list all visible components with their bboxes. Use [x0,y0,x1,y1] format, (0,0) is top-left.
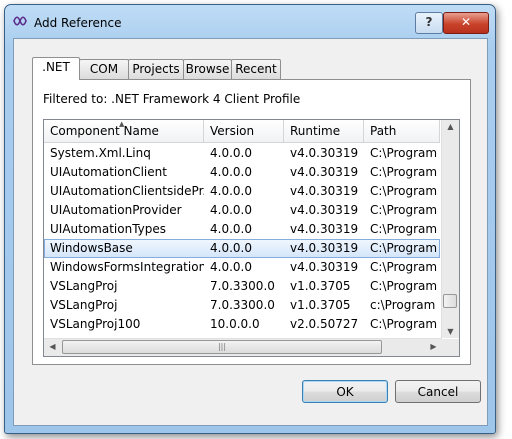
runtime-cell: v4.0.30319 [290,241,359,255]
path-cell: C:\Program [370,222,438,236]
scroll-up-arrow-icon[interactable]: ▲ [442,122,459,131]
list-row[interactable]: System.Xml.Linq 4.0.0.0 v4.0.30319 C:\Pr… [44,144,440,163]
component-name-cell: VSLangProj [50,298,118,312]
close-button[interactable]: ✕ [443,12,489,34]
title-bar[interactable]: Add Reference ? ✕ [5,5,495,37]
version-cell: 4.0.0.0 [210,146,252,160]
horizontal-scrollbar[interactable]: ◀ ||| ▶ [44,338,442,356]
dotnet-tab-panel: Filtered to: .NET Framework 4 Client Pro… [32,79,471,365]
window-title: Add Reference [34,16,122,30]
path-cell: C:\Program [370,165,438,179]
list-row[interactable]: VSLangProj 7.0.3300.0 v1.0.3705 C:\Progr… [44,277,440,296]
path-cell: C:\Program [370,146,438,160]
list-row[interactable]: VSLangProj 7.0.3300.0 v1.0.3705 c:\Progr… [44,296,440,315]
path-cell: c:\Program F [370,298,440,312]
runtime-cell: v4.0.30319 [290,260,359,274]
list-row[interactable]: UIAutomationClient 4.0.0.0 v4.0.30319 C:… [44,163,440,182]
list-row-selected[interactable]: WindowsBase 4.0.0.0 v4.0.30319 C:\Progra… [44,239,440,258]
component-name-cell: System.Xml.Linq [50,146,151,160]
tab-com[interactable]: COM [79,59,129,79]
tab-recent[interactable]: Recent [231,59,281,79]
path-cell: C:\Program [370,317,438,331]
component-name-cell: UIAutomationProvider [50,203,182,217]
component-name-cell: UIAutomationClient [50,165,167,179]
add-reference-dialog: Add Reference ? ✕ .NET COM Projects Brow… [4,4,496,434]
tab-projects[interactable]: Projects [128,59,184,79]
list-row[interactable]: UIAutomationProvider 4.0.0.0 v4.0.30319 … [44,201,440,220]
column-header-runtime[interactable]: Runtime [284,120,364,143]
list-row[interactable]: WindowsFormsIntegration 4.0.0.0 v4.0.303… [44,258,440,277]
vertical-scrollbar[interactable]: ▲ ▼ [441,120,459,338]
version-cell: 4.0.0.0 [210,165,252,179]
list-row[interactable]: UIAutomationTypes 4.0.0.0 v4.0.30319 C:\… [44,220,440,239]
horizontal-scroll-thumb[interactable]: ||| [62,340,382,354]
help-button[interactable]: ? [415,12,443,34]
scroll-down-arrow-icon[interactable]: ▼ [442,327,459,336]
sort-ascending-icon: ▲ [119,120,125,128]
path-cell: C:\Program [370,260,438,274]
path-cell: C:\Program [370,241,438,255]
version-cell: 7.0.3300.0 [210,279,275,293]
cancel-button[interactable]: Cancel [395,380,481,403]
runtime-cell: v1.0.3705 [290,298,351,312]
scroll-left-arrow-icon[interactable]: ◀ [44,342,61,351]
runtime-cell: v4.0.30319 [290,146,359,160]
component-list[interactable]: ▲ Component Name Version Runtime Path Sy… [43,119,460,357]
component-name-cell: UIAutomationClientsidePr... [50,184,204,198]
path-cell: C:\Program [370,279,438,293]
visual-studio-icon [13,16,27,26]
path-cell: C:\Program [370,203,438,217]
dialog-body: .NET COM Projects Browse Recent Filtered… [13,38,488,426]
version-cell: 4.0.0.0 [210,184,252,198]
runtime-cell: v2.0.50727 [290,317,359,331]
runtime-cell: v1.0.3705 [290,279,351,293]
component-name-cell: VSLangProj [50,279,118,293]
component-name-cell: UIAutomationTypes [50,222,167,236]
version-cell: 10.0.0.0 [210,317,260,331]
list-row[interactable]: UIAutomationClientsidePr... 4.0.0.0 v4.0… [44,182,440,201]
version-cell: 4.0.0.0 [210,222,252,236]
list-row[interactable]: VSLangProj100 10.0.0.0 v2.0.50727 C:\Pro… [44,315,440,334]
version-cell: 4.0.0.0 [210,241,252,255]
runtime-cell: v4.0.30319 [290,184,359,198]
version-cell: 4.0.0.0 [210,260,252,274]
vertical-scroll-thumb[interactable] [443,294,457,308]
filter-label: Filtered to: .NET Framework 4 Client Pro… [43,92,301,106]
column-header-component-name[interactable]: ▲ Component Name [44,120,204,143]
column-header-version[interactable]: Version [204,120,284,143]
scroll-right-arrow-icon[interactable]: ▶ [425,342,442,351]
runtime-cell: v4.0.30319 [290,165,359,179]
path-cell: C:\Program [370,184,438,198]
component-name-cell: VSLangProj100 [50,317,141,331]
runtime-cell: v4.0.30319 [290,203,359,217]
component-name-cell: WindowsFormsIntegration [50,260,204,274]
runtime-cell: v4.0.30319 [290,222,359,236]
version-cell: 7.0.3300.0 [210,298,275,312]
tab-browse[interactable]: Browse [183,59,232,79]
scrollbar-corner [442,339,459,356]
ok-button[interactable]: OK [302,380,388,403]
component-name-cell: WindowsBase [50,241,133,255]
tab-dotnet[interactable]: .NET [32,57,80,80]
version-cell: 4.0.0.0 [210,203,252,217]
column-header-path[interactable]: Path [364,120,440,143]
list-header: ▲ Component Name Version Runtime Path [44,120,440,144]
